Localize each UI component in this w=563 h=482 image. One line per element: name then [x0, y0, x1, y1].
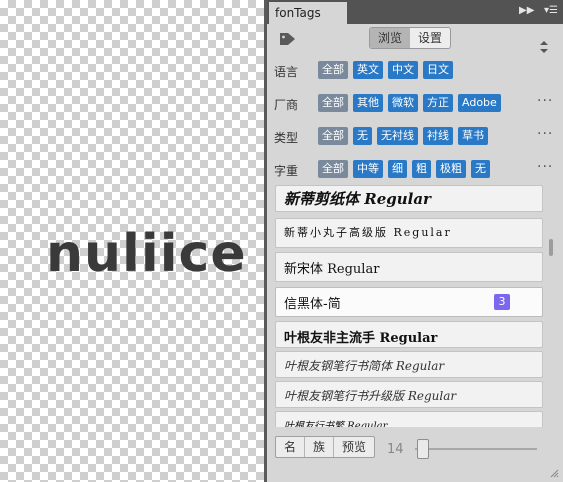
- seg-browse[interactable]: 浏览: [370, 28, 411, 48]
- filter-label: 语言: [274, 65, 299, 79]
- font-list-item[interactable]: 新蒂剪纸体 Regular: [275, 185, 543, 212]
- seg-settings[interactable]: 设置: [410, 28, 450, 48]
- transparent-canvas: nuliice: [0, 0, 264, 482]
- font-name: 新宋体 Regular: [284, 262, 380, 277]
- font-list-item[interactable]: 叶根友行书繁 Regular: [275, 411, 543, 427]
- font-name: 信黑体-简: [284, 297, 341, 312]
- filter-chip[interactable]: 无: [471, 160, 490, 178]
- filter-chip[interactable]: 全部: [318, 94, 348, 112]
- more-options-button[interactable]: ···: [537, 93, 553, 109]
- filter-chip[interactable]: 全部: [318, 127, 348, 145]
- sort-arrows-icon[interactable]: [539, 40, 549, 54]
- sort-by-preview-button[interactable]: 预览: [334, 437, 374, 457]
- filter-chip[interactable]: 无: [353, 127, 372, 145]
- font-list-item[interactable]: 叶根友钢笔行书升级版 Regular: [275, 381, 543, 408]
- filter-chip[interactable]: Adobe: [458, 94, 501, 112]
- font-list-item[interactable]: 新蒂小丸子高级版 Regular: [275, 218, 543, 248]
- filter-label: 字重: [274, 164, 299, 178]
- panel-tab-fontags[interactable]: fonTags: [269, 2, 347, 24]
- font-list-item[interactable]: 叶根友非主流手 Regular: [275, 321, 543, 348]
- font-list-item[interactable]: 信黑体-简 3: [275, 287, 543, 317]
- filter-chip[interactable]: 方正: [423, 94, 453, 112]
- filter-chip[interactable]: 草书: [458, 127, 488, 145]
- filter-chip[interactable]: 全部: [318, 61, 348, 79]
- filter-chips: 全部 其他 微软 方正 Adobe: [318, 94, 501, 112]
- view-mode-switch: 浏览 设置: [369, 27, 452, 49]
- filter-chip[interactable]: 衬线: [423, 127, 453, 145]
- filter-row: 类型 全部无无衬线 衬线 草书 ···: [267, 124, 563, 150]
- filter-chip[interactable]: 中文: [388, 61, 418, 79]
- filter-chip[interactable]: 全部: [318, 160, 348, 178]
- font-name: 叶根友钢笔行书简体 Regular: [284, 359, 445, 373]
- filter-chip[interactable]: 极粗: [436, 160, 466, 178]
- filter-chip[interactable]: 细: [388, 160, 407, 178]
- sort-by-name-button[interactable]: 名: [276, 437, 306, 457]
- font-name: 叶根友非主流手 Regular: [284, 331, 438, 346]
- filter-chip[interactable]: 日文: [423, 61, 453, 79]
- preview-size-slider[interactable]: [415, 448, 537, 450]
- preview-size-slider-thumb[interactable]: [417, 439, 429, 459]
- filter-label: 类型: [274, 131, 299, 145]
- filter-chips: 全部 中等细粗极粗无: [318, 160, 490, 178]
- font-list-item[interactable]: 叶根友钢笔行书简体 Regular: [275, 351, 543, 378]
- font-name: 新蒂小丸子高级版 Regular: [284, 226, 452, 239]
- font-name: 叶根友行书繁 Regular: [284, 421, 388, 427]
- filter-chip[interactable]: 其他: [353, 94, 383, 112]
- tag-icon: [280, 33, 295, 45]
- filter-chip[interactable]: 微软: [388, 94, 418, 112]
- filter-label: 厂商: [274, 98, 299, 112]
- font-name: 新蒂剪纸体 Regular: [284, 190, 431, 208]
- filter-chip[interactable]: 无衬线: [377, 127, 418, 145]
- sort-mode-switch: 名 族 预览: [275, 436, 376, 458]
- panel-footer: 名 族 预览 14: [267, 430, 563, 466]
- panel-header: 浏览 设置: [267, 24, 563, 54]
- filter-chips: 全部无无衬线 衬线 草书: [318, 127, 488, 145]
- filter-chip[interactable]: 中等: [353, 160, 383, 178]
- list-scrollbar[interactable]: [549, 239, 553, 256]
- double-chevron-right-icon[interactable]: ▶▶: [519, 4, 534, 18]
- preview-size-value: 14: [387, 442, 404, 457]
- filter-row: 字重 全部 中等细粗极粗无 ···: [267, 157, 563, 183]
- more-options-button[interactable]: ···: [537, 159, 553, 175]
- font-list-item[interactable]: 新宋体 Regular: [275, 252, 543, 282]
- more-options-button[interactable]: ···: [537, 126, 553, 142]
- filter-row: 语言 全部 英文 中文 日文: [267, 58, 563, 84]
- canvas-sample-text: nuliice: [46, 224, 247, 284]
- tag-count-badge: 3: [494, 294, 510, 310]
- panel-titlebar: fonTags ▶▶ ▾☰: [267, 0, 563, 24]
- filter-chip[interactable]: 英文: [353, 61, 383, 79]
- filter-chips: 全部 英文 中文 日文: [318, 61, 453, 79]
- filter-row: 厂商 全部 其他 微软 方正 Adobe ···: [267, 91, 563, 117]
- filter-chip[interactable]: 粗: [412, 160, 431, 178]
- resize-grip-icon[interactable]: [549, 468, 559, 478]
- font-list: 新蒂剪纸体 Regular 新蒂小丸子高级版 Regular 新宋体 Regular…: [275, 185, 543, 427]
- panel-menu-icon[interactable]: ▾☰: [544, 4, 558, 18]
- font-name: 叶根友钢笔行书升级版 Regular: [284, 389, 457, 403]
- fontags-panel: fonTags ▶▶ ▾☰ 浏览 设置 语言 全部 英文 中文 日文 厂商 全部 其他 微软 方正…: [267, 0, 563, 482]
- sort-by-family-button[interactable]: 族: [305, 437, 335, 457]
